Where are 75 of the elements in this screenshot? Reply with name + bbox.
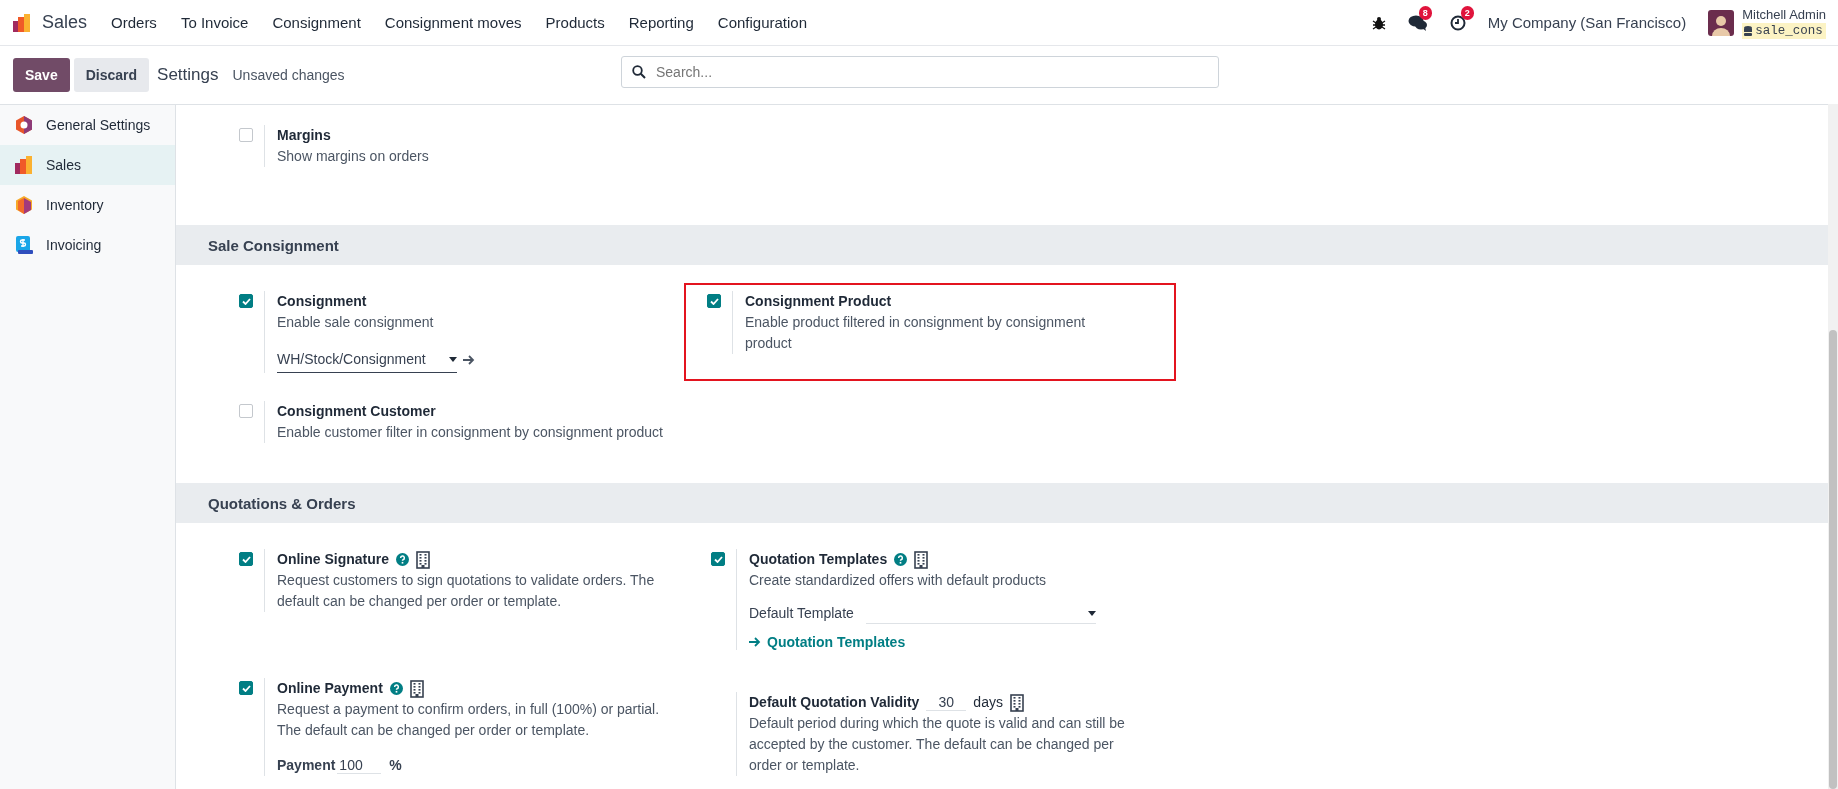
setting-title: Consignment Product — [745, 292, 892, 311]
caret-icon — [449, 357, 457, 362]
menu-item[interactable]: Orders — [101, 8, 167, 37]
box-icon — [14, 195, 34, 215]
page-title: Settings — [157, 65, 219, 85]
setting-title: Default Quotation Validity — [749, 693, 920, 712]
database-name: sale_cons — [1742, 22, 1826, 39]
user-name: Mitchell Admin — [1742, 6, 1826, 23]
help-icon[interactable] — [389, 682, 403, 695]
arrow-right-icon — [749, 637, 761, 647]
menu-item[interactable]: Products — [535, 8, 615, 37]
unit-label: % — [389, 756, 402, 775]
payment-input[interactable]: 100 — [337, 757, 382, 774]
activity-count-badge: 2 — [1460, 5, 1474, 20]
app-name[interactable]: Sales — [42, 12, 88, 33]
field-label: Default Template — [749, 604, 854, 623]
arrow-right-icon[interactable] — [463, 355, 475, 365]
database-icon — [1744, 25, 1753, 36]
menu-item[interactable]: To Invoice — [170, 8, 259, 37]
unsaved-status: Unsaved changes — [232, 67, 345, 83]
setting-title: Consignment — [277, 292, 367, 311]
unit-label: days — [973, 693, 1003, 712]
chat-icon[interactable] — [1407, 14, 1428, 31]
caret-icon — [1087, 610, 1096, 616]
location-dropdown[interactable]: WH/Stock/Consignment — [277, 347, 457, 373]
building-icon — [416, 550, 430, 569]
invoice-icon — [14, 235, 34, 255]
sidebar-item[interactable]: Inventory — [0, 185, 175, 225]
field-label: Payment — [277, 756, 336, 775]
checkbox[interactable] — [239, 294, 253, 308]
quotation-templates-link[interactable]: Quotation Templates — [749, 634, 906, 650]
setting-description: Show margins on orders — [277, 147, 430, 166]
search-field[interactable]: Search... — [621, 56, 1219, 88]
setting-description: Enable customer filter in consignment by consignment product — [277, 423, 664, 442]
setting-description: Enable sale consignment — [277, 313, 435, 332]
building-icon — [1009, 693, 1024, 712]
hexagon-icon — [14, 115, 34, 135]
building-icon — [914, 550, 929, 569]
checkbox[interactable] — [239, 681, 253, 695]
message-count-badge: 8 — [1418, 5, 1432, 20]
validity-input[interactable]: 30 — [926, 694, 967, 711]
discard-button[interactable]: Discard — [73, 58, 150, 92]
app-logo-icon — [12, 12, 32, 33]
setting-title: Margins — [277, 126, 331, 145]
menu-item[interactable]: Consignment moves — [374, 8, 532, 37]
menu-item[interactable]: Reporting — [618, 8, 704, 37]
sidebar-item[interactable]: General Settings — [0, 105, 175, 145]
bug-icon[interactable] — [1371, 15, 1386, 30]
setting-description: Request customers to sign quotations to validate orders. The default can be changed per order or template. — [277, 571, 656, 611]
scrollbar[interactable] — [1828, 104, 1838, 789]
checkbox[interactable] — [707, 294, 721, 308]
setting-title: Online Signature — [277, 550, 389, 569]
setting-title: Quotation Templates — [749, 550, 888, 569]
help-icon[interactable] — [396, 553, 409, 566]
setting-title: Online Payment — [277, 679, 383, 698]
setting-description: Default period during which the quote is valid and can still be accepted by the customer. The default can be changed per order or template. — [749, 714, 1126, 775]
avatar[interactable] — [1708, 9, 1735, 36]
menu-item[interactable]: Consignment — [262, 8, 371, 37]
setting-description: Request a payment to confirm orders, in full (100%) or partial. The default can be changed per order or template. — [277, 700, 661, 740]
menu-item[interactable]: Configuration — [707, 8, 818, 37]
building-icon — [409, 679, 424, 698]
setting-title: Consignment Customer — [277, 402, 436, 421]
checkbox[interactable] — [239, 552, 253, 566]
help-icon[interactable] — [894, 553, 908, 566]
checkbox[interactable] — [239, 128, 253, 142]
company-switcher[interactable]: My Company (San Francisco) — [1487, 14, 1687, 31]
save-button[interactable]: Save — [13, 58, 70, 92]
sidebar-item[interactable]: Sales — [0, 145, 175, 185]
setting-description: Enable product filtered in consignment by consignment product — [745, 313, 1087, 353]
setting-description: Create standardized offers with default products — [749, 571, 1048, 590]
checkbox[interactable] — [711, 552, 725, 566]
checkbox[interactable] — [239, 404, 253, 418]
bar-chart-icon — [14, 155, 34, 175]
clock-icon[interactable] — [1449, 14, 1466, 31]
sidebar-item[interactable]: Invoicing — [0, 225, 175, 265]
